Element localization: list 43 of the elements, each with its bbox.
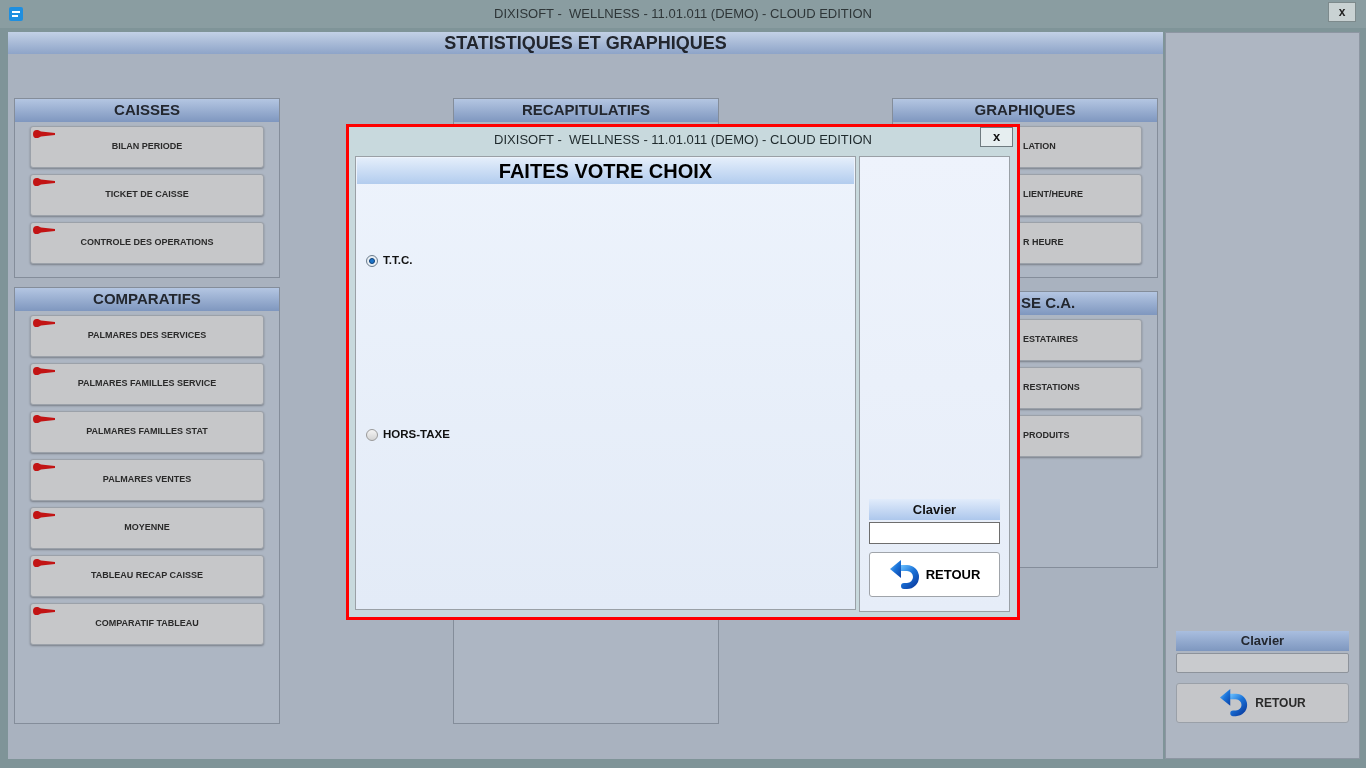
section-header: CAISSES: [15, 99, 279, 122]
pointer-arrow-icon: [33, 225, 55, 235]
pointer-arrow-icon: [33, 318, 55, 328]
menu-button[interactable]: PALMARES FAMILLES STAT: [30, 411, 264, 453]
pointer-arrow-icon: [33, 414, 55, 424]
pointer-arrow-icon: [33, 129, 55, 139]
window-title: DIXISOFT - WELLNESS - 11.01.011 (DEMO) - CLOUD EDITION: [494, 5, 872, 24]
keyboard-label: Clavier: [1176, 631, 1349, 651]
close-button[interactable]: x: [980, 127, 1013, 147]
menu-button[interactable]: PALMARES DES SERVICES: [30, 315, 264, 357]
app-icon: [9, 7, 23, 21]
pointer-arrow-icon: [33, 510, 55, 520]
back-button[interactable]: RETOUR: [869, 552, 1000, 597]
return-arrow-icon: [888, 558, 921, 591]
menu-button[interactable]: COMPARATIF TABLEAU: [30, 603, 264, 645]
radio-label[interactable]: T.T.C.: [383, 252, 413, 270]
pointer-arrow-icon: [33, 462, 55, 472]
page-title: STATISTIQUES ET GRAPHIQUES: [8, 32, 1163, 54]
menu-button[interactable]: TICKET DE CAISSE: [30, 174, 264, 216]
keyboard-input-field[interactable]: [1176, 653, 1349, 673]
menu-button[interactable]: PALMARES FAMILLES SERVICE: [30, 363, 264, 405]
menu-button[interactable]: PALMARES VENTES: [30, 459, 264, 501]
back-button[interactable]: RETOUR: [1176, 683, 1349, 723]
return-arrow-icon: [1219, 688, 1250, 718]
section-header: COMPARATIFS: [15, 288, 279, 311]
radio-label[interactable]: HORS-TAXE: [383, 426, 450, 444]
menu-button[interactable]: BILAN PERIODE: [30, 126, 264, 168]
radio-button[interactable]: [366, 429, 378, 441]
menu-button[interactable]: CONTROLE DES OPERATIONS: [30, 222, 264, 264]
section-header: GRAPHIQUES: [893, 99, 1157, 122]
menu-button[interactable]: MOYENNE: [30, 507, 264, 549]
pointer-arrow-icon: [33, 177, 55, 187]
keyboard-label: Clavier: [869, 499, 1000, 520]
pointer-arrow-icon: [33, 366, 55, 376]
close-button[interactable]: x: [1328, 2, 1356, 22]
pointer-arrow-icon: [33, 558, 55, 568]
menu-button[interactable]: TABLEAU RECAP CAISSE: [30, 555, 264, 597]
dialog-heading: FAITES VOTRE CHOIX: [357, 158, 854, 184]
section-header: RECAPITULATIFS: [454, 99, 718, 122]
keyboard-input-field[interactable]: [869, 522, 1000, 544]
dialog-title: DIXISOFT - WELLNESS - 11.01.011 (DEMO) - CLOUD EDITION: [494, 131, 872, 150]
pointer-arrow-icon: [33, 606, 55, 616]
radio-button[interactable]: [366, 255, 378, 267]
